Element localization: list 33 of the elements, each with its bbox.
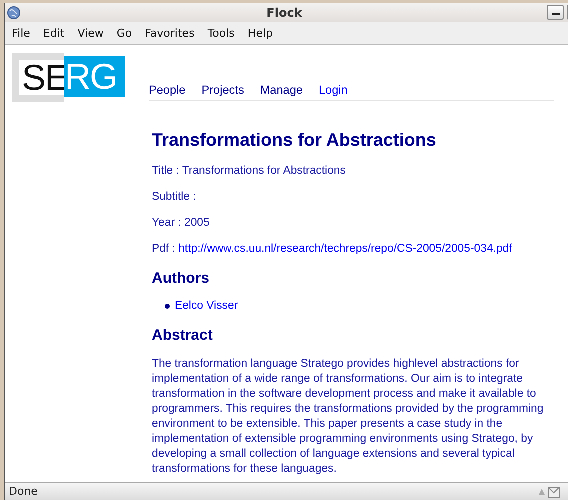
menu-item[interactable]: Go [116,26,132,40]
field-label: Title : [152,165,180,177]
section-heading: Abstract [152,327,214,344]
field-label: Pdf : [152,243,176,255]
menu-item[interactable]: Tools [208,26,235,40]
pdf-link[interactable]: http://www.cs.uu.nl/research/techreps/repo/CS-2005/2005-034.pdf [178,243,512,255]
menu-item[interactable]: Help [248,26,273,40]
field-label: Subtitle : [152,191,196,203]
menu-item[interactable]: View [78,26,104,40]
nav-link[interactable]: Projects [202,83,244,97]
logo-text: SE [12,53,64,102]
triangle-icon [539,488,545,494]
bullet-icon [165,304,170,308]
envelope-icon [548,486,560,498]
nav-link[interactable]: Manage [260,83,303,97]
menu-item[interactable]: Favorites [145,26,195,40]
abstract-text: The transformation language Stratego provides highlevel abstractions for implementation of a wide range of transformations. Our aim is to integrate transformation in the software development process and make it available to programmers. This requires the transformations provided by the programming environment to be extensible. This paper presents a case study in the implementation of extensible programming environments using Stratego, by developing a small collection of language extensions and several typical transformations for these languages. [152,357,545,477]
field-value: 2005 [184,217,210,229]
field-label: Year : [152,217,182,229]
status-text: Done [9,485,38,498]
section-heading: Authors [152,270,210,287]
window-title: Flock [266,6,304,20]
page-heading: Transformations for Abstractions [152,130,438,151]
menu-item[interactable]: File [12,26,30,40]
globe-icon [7,6,21,20]
minimize-icon [552,13,560,16]
field-value: Transformations for Abstractions [182,165,346,177]
author-link[interactable]: Eelco Visser [175,300,238,312]
minimize-button[interactable] [547,5,564,20]
nav-link[interactable]: People [149,83,186,97]
logo-text: RG [64,56,125,97]
nav-link[interactable]: Login [319,83,348,97]
menu-item[interactable]: Edit [43,26,65,40]
